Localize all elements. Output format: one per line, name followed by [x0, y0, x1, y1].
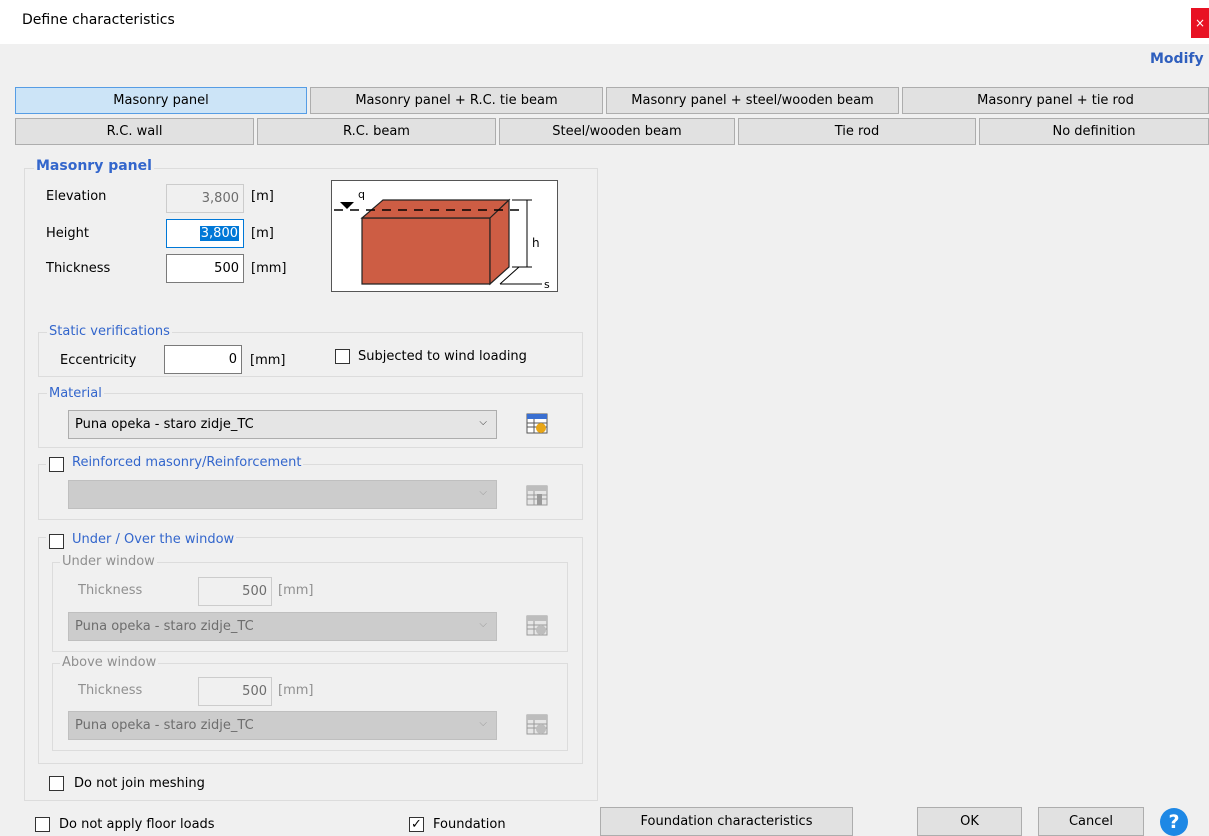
height-unit: [m]	[251, 226, 274, 241]
above-thickness-unit: [mm]	[278, 683, 314, 698]
join-meshing-checkbox[interactable]	[49, 776, 64, 791]
tab-no-definition[interactable]: No definition	[979, 118, 1209, 145]
height-field[interactable]: 3,800	[166, 219, 244, 248]
under-material-library-icon[interactable]	[525, 614, 549, 638]
floor-loads-checkbox[interactable]	[35, 817, 50, 832]
elevation-field[interactable]: 3,800	[166, 184, 244, 213]
foundation-checkbox[interactable]: ✓	[409, 817, 424, 832]
modify-label[interactable]: Modify	[1150, 51, 1204, 67]
material-select-value: Puna opeka - staro zidje_TC	[75, 417, 254, 432]
load-arrow-icon	[340, 202, 354, 209]
wind-loading-label: Subjected to wind loading	[358, 349, 527, 364]
above-thickness-field[interactable]: 500	[198, 677, 272, 706]
q-label: q	[358, 188, 365, 201]
elevation-label: Elevation	[46, 189, 107, 204]
material-library-icon[interactable]	[525, 412, 549, 436]
tab-masonry-steel-wooden-beam[interactable]: Masonry panel + steel/wooden beam	[606, 87, 899, 114]
reinforcement-checkbox[interactable]	[49, 457, 64, 472]
height-label: Height	[46, 226, 89, 241]
cancel-button[interactable]: Cancel	[1038, 807, 1144, 836]
tab-tie-rod[interactable]: Tie rod	[738, 118, 976, 145]
foundation-characteristics-button[interactable]: Foundation characteristics	[600, 807, 853, 836]
window-checkbox[interactable]	[49, 534, 64, 549]
floor-loads-label: Do not apply floor loads	[59, 817, 215, 832]
under-thickness-unit: [mm]	[278, 583, 314, 598]
reinforcement-select[interactable]: ⌵	[68, 480, 497, 509]
eccentricity-label: Eccentricity	[60, 353, 137, 368]
join-meshing-label: Do not join meshing	[74, 776, 205, 791]
thickness-field[interactable]: 500	[166, 254, 244, 283]
brick-top-face	[360, 199, 511, 219]
thickness-unit: [mm]	[251, 261, 287, 276]
tab-rc-beam[interactable]: R.C. beam	[257, 118, 496, 145]
wind-loading-checkbox[interactable]	[335, 349, 350, 364]
chevron-down-icon: ⌵	[479, 619, 487, 630]
reinforcement-legend: Reinforced masonry/Reinforcement	[46, 455, 304, 470]
above-thickness-label: Thickness	[78, 683, 143, 698]
eccentricity-unit: [mm]	[250, 353, 286, 368]
masonry-panel-legend: Masonry panel	[34, 158, 154, 174]
foundation-label: Foundation	[433, 817, 506, 832]
tab-masonry-panel[interactable]: Masonry panel	[15, 87, 307, 114]
above-material-select[interactable]: Puna opeka - staro zidje_TC ⌵	[68, 711, 497, 740]
under-thickness-field[interactable]: 500	[198, 577, 272, 606]
under-thickness-label: Thickness	[78, 583, 143, 598]
under-material-value: Puna opeka - staro zidje_TC	[75, 619, 254, 634]
above-window-legend: Above window	[60, 655, 159, 670]
above-material-value: Puna opeka - staro zidje_TC	[75, 718, 254, 733]
help-icon[interactable]: ?	[1160, 808, 1188, 836]
ok-button[interactable]: OK	[917, 807, 1022, 836]
tab-steel-wooden-beam[interactable]: Steel/wooden beam	[499, 118, 735, 145]
tab-masonry-tie-rod[interactable]: Masonry panel + tie rod	[902, 87, 1209, 114]
chevron-down-icon: ⌵	[479, 487, 487, 498]
window-legend: Under / Over the window	[46, 532, 237, 547]
above-material-library-icon[interactable]	[525, 713, 549, 737]
brick-diagram-svg: q h s	[334, 188, 550, 291]
s-label: s	[544, 278, 550, 291]
material-select[interactable]: Puna opeka - staro zidje_TC ⌵	[68, 410, 497, 439]
elevation-unit: [m]	[251, 189, 274, 204]
eccentricity-field[interactable]: 0	[164, 345, 242, 374]
chevron-down-icon: ⌵	[479, 417, 487, 428]
thickness-label: Thickness	[46, 261, 111, 276]
window-title: Define characteristics	[22, 12, 175, 28]
material-legend: Material	[47, 386, 104, 401]
brick-front-face	[361, 217, 491, 285]
h-label: h	[532, 236, 540, 250]
under-material-select[interactable]: Puna opeka - staro zidje_TC ⌵	[68, 612, 497, 641]
reinforcement-library-icon[interactable]	[525, 484, 549, 508]
title-bar	[0, 0, 1209, 44]
under-window-legend: Under window	[60, 554, 157, 569]
tab-masonry-rc-tie-beam[interactable]: Masonry panel + R.C. tie beam	[310, 87, 603, 114]
chevron-down-icon: ⌵	[479, 718, 487, 729]
static-verifications-legend: Static verifications	[47, 324, 172, 339]
masonry-panel-diagram: q h s	[331, 180, 558, 292]
close-button[interactable]: ×	[1191, 8, 1209, 38]
tab-rc-wall[interactable]: R.C. wall	[15, 118, 254, 145]
height-value: 3,800	[199, 226, 239, 241]
